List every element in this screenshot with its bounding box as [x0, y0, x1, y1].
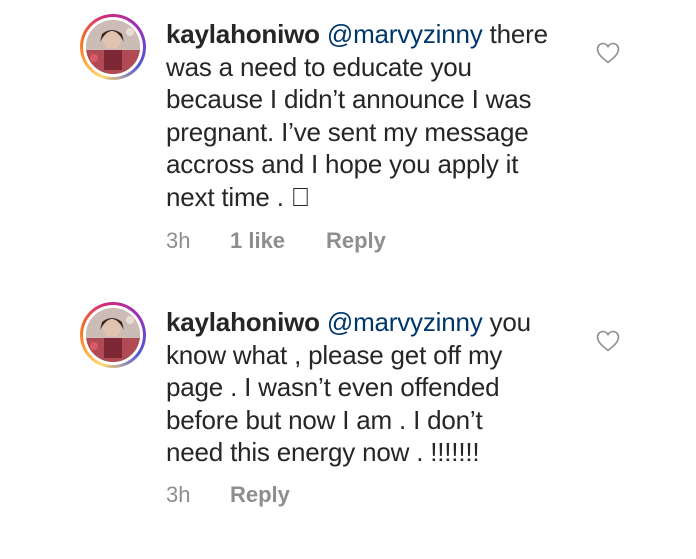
comment-line: need this energy now . !!!!!!! — [166, 437, 480, 467]
comment-line: pregnant. I’ve sent my message — [166, 116, 529, 147]
comment-time: 3h — [166, 228, 191, 253]
avatar-photo — [86, 308, 140, 362]
reply-button[interactable]: Reply — [326, 228, 386, 254]
comment-username[interactable]: kaylahoniwo — [166, 307, 320, 337]
comment-username[interactable]: kaylahoniwo — [166, 19, 320, 49]
comment-line: next time .   — [166, 181, 311, 212]
avatar-photo — [86, 20, 140, 74]
comment-line: accross and I hope you apply it — [166, 149, 519, 179]
comment-mention[interactable]: @marvyzinny — [327, 19, 483, 49]
comment-mention[interactable]: @marvyzinny — [327, 307, 483, 337]
avatar-ring-gap — [83, 305, 143, 365]
avatar[interactable] — [80, 14, 146, 80]
comment-line: was a need to educate you — [166, 51, 472, 82]
comment-time: 3h — [166, 482, 191, 507]
avatar-ring-gap — [83, 17, 143, 77]
comment-line: there — [482, 19, 548, 49]
heart-outline-icon[interactable] — [596, 330, 620, 352]
comment-line: page . I wasn’t even offended — [166, 372, 500, 402]
comment-line: you — [482, 307, 532, 337]
comment-text: kaylahoniwo @marvyzinny you know what , … — [166, 306, 566, 469]
comment-text: kaylahoniwo @marvyzinny there was a need… — [166, 18, 566, 213]
comment-line: know what , please get off my — [166, 339, 503, 370]
reply-button[interactable]: Reply — [230, 482, 290, 508]
heart-outline-icon[interactable] — [596, 42, 620, 64]
like-count[interactable]: 1 like — [230, 228, 285, 254]
comment-line: because I didn’t announce I was — [166, 84, 532, 114]
comment-line: before but now I am . I don’t — [166, 404, 483, 435]
avatar[interactable] — [80, 302, 146, 368]
